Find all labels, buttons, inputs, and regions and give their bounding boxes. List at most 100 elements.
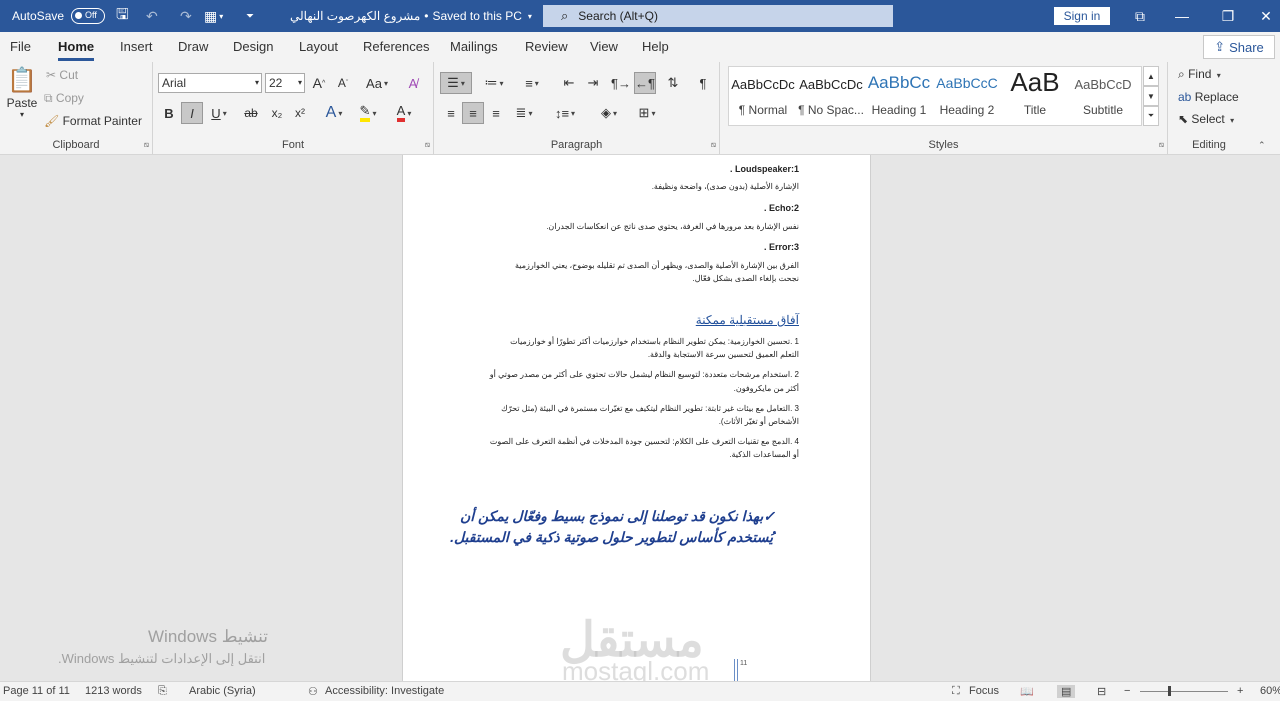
proofing-icon[interactable]: ⎘ — [158, 685, 167, 698]
zoom-level[interactable]: 60% — [1260, 685, 1280, 697]
copy-button[interactable]: ⧉ Copy — [44, 91, 84, 106]
tab-layout[interactable]: Layout — [299, 39, 338, 54]
styles-scroll-down-icon[interactable]: ▼ — [1143, 86, 1159, 106]
underline-button[interactable]: U ▾ — [205, 102, 233, 124]
text-effects-button[interactable]: A ▾ — [319, 102, 349, 124]
maximize-icon[interactable]: ❐ — [1208, 0, 1248, 32]
tab-file[interactable]: File — [10, 39, 31, 54]
align-right-icon[interactable]: ≡ — [485, 102, 507, 124]
sign-in-button[interactable]: Sign in — [1054, 7, 1110, 25]
bold-button[interactable]: B — [158, 102, 180, 124]
tab-insert[interactable]: Insert — [120, 39, 153, 54]
sort-icon[interactable]: ⇅ — [662, 72, 684, 94]
style-normal[interactable]: AaBbCcDc ¶ Normal — [729, 67, 797, 125]
style-no-spacing[interactable]: AaBbCcDc ¶ No Spac... — [797, 67, 865, 125]
line-spacing-button[interactable]: ↕≡ ▾ — [550, 102, 580, 124]
search-icon: ⌕ — [561, 8, 569, 23]
strikethrough-button[interactable]: ab — [240, 102, 262, 124]
cut-label: Cut — [59, 68, 79, 82]
styles-label: Styles — [928, 139, 959, 151]
autosave-control[interactable]: AutoSave Off — [12, 0, 106, 32]
numbering-button[interactable]: ≔ ▾ — [478, 72, 510, 94]
tab-help[interactable]: Help — [642, 39, 669, 54]
zoom-slider[interactable] — [1140, 686, 1228, 696]
cut-button[interactable]: ✂ Cut — [46, 68, 78, 82]
grow-font-button[interactable]: A ^ — [309, 73, 329, 93]
highlight-button[interactable]: ✎ ▾ — [353, 102, 383, 124]
print-layout-icon[interactable]: ▤ — [1057, 685, 1076, 698]
minimize-icon[interactable]: — — [1162, 0, 1202, 32]
show-marks-icon[interactable]: ¶ — [692, 72, 714, 94]
shrink-font-button[interactable]: Aˇ — [333, 73, 353, 93]
tab-design[interactable]: Design — [233, 39, 273, 54]
search-box[interactable]: ⌕ Search (Alt+Q) — [543, 5, 893, 27]
align-left-icon[interactable]: ≡ — [440, 102, 462, 124]
font-color-button[interactable]: A ▾ — [389, 102, 419, 124]
style-title[interactable]: AaB Title — [1001, 67, 1069, 125]
collapse-ribbon-icon[interactable]: ⌃ — [1258, 140, 1266, 151]
font-name-select[interactable]: Arial ▾ — [158, 73, 262, 93]
justify-button[interactable]: ≣ ▾ — [509, 102, 539, 124]
superscript-button[interactable]: x² — [289, 102, 311, 124]
dialog-launcher-icon[interactable]: ⧅ — [144, 140, 149, 150]
undo-icon[interactable]: ↶ — [146, 0, 158, 32]
read-mode-icon[interactable]: 📖 — [1020, 685, 1034, 698]
increase-indent-icon[interactable]: ⇥ — [582, 72, 604, 94]
ltr-direction-icon[interactable]: ¶→ — [610, 72, 632, 94]
decrease-indent-icon[interactable]: ⇤ — [558, 72, 580, 94]
tab-review[interactable]: Review — [525, 39, 568, 54]
dialog-launcher-icon[interactable]: ⧅ — [1159, 140, 1164, 150]
focus-mode[interactable]: Focus — [969, 685, 999, 697]
zoom-in-icon[interactable]: + — [1237, 685, 1243, 697]
align-center-icon[interactable]: ≡ — [462, 102, 484, 124]
dialog-launcher-icon[interactable]: ⧅ — [425, 140, 430, 150]
autosave-toggle[interactable]: Off — [71, 8, 106, 24]
zoom-out-icon[interactable]: − — [1124, 685, 1130, 697]
rtl-direction-icon[interactable]: ←¶ — [634, 72, 656, 94]
borders-button[interactable]: ⊞ ▾ — [632, 102, 662, 124]
find-button[interactable]: ⌕ Find ▾ — [1178, 67, 1221, 82]
styles-scroll-up-icon[interactable]: ▲ — [1143, 66, 1159, 86]
customize-toolbar-icon[interactable]: ⏷ — [246, 0, 254, 32]
paste-button[interactable]: 📋 Paste ▾ — [6, 66, 38, 119]
format-painter-button[interactable]: 🖌 Format Painter — [44, 114, 142, 128]
shading-button[interactable]: ◈ ▾ — [592, 102, 626, 124]
zoom-slider-thumb[interactable] — [1168, 686, 1171, 696]
italic-button[interactable]: I — [181, 102, 203, 124]
redo-icon[interactable]: ↷ — [180, 0, 192, 32]
replace-button[interactable]: ab Replace — [1178, 90, 1239, 104]
page-count[interactable]: Page 11 of 11 — [3, 685, 70, 697]
change-case-button[interactable]: Aa ▾ — [361, 73, 393, 93]
table-icon[interactable]: ▦ ▾ — [204, 0, 223, 32]
tab-references[interactable]: References — [363, 39, 429, 54]
document-title-area[interactable]: مشروع الكهرصوت النهالي • Saved to this P… — [290, 0, 532, 32]
style-subtitle[interactable]: AaBbCcD Subtitle — [1069, 67, 1137, 125]
close-icon[interactable]: ✕ — [1246, 0, 1280, 32]
style-preview: AaBbCcC — [936, 75, 998, 91]
clear-formatting-icon[interactable]: A̸ — [403, 73, 423, 93]
web-layout-icon[interactable]: ⊟ — [1097, 685, 1106, 698]
tab-mailings[interactable]: Mailings — [450, 39, 498, 54]
accessibility-status[interactable]: Accessibility: Investigate — [325, 685, 444, 697]
item1-text: الإشارة الأصلية (بدون صدى)، واضحة ونظيفة… — [651, 182, 799, 191]
share-button[interactable]: ⇪ Share — [1203, 35, 1275, 59]
styles-more-icon[interactable]: ⏷ — [1143, 106, 1159, 126]
closing-line1: ✓بهذا نكون قد توصلنا إلى نموذج بسيط وفعّ… — [459, 508, 775, 524]
style-heading-1[interactable]: AaBbCc Heading 1 — [865, 67, 933, 125]
tab-home[interactable]: Home — [58, 39, 95, 61]
multilevel-list-button[interactable]: ≡ ▾ — [516, 72, 548, 94]
save-icon[interactable]: 🖫 — [116, 0, 129, 32]
word-count[interactable]: 1213 words — [85, 685, 142, 697]
tab-draw[interactable]: Draw — [178, 39, 208, 54]
tab-view[interactable]: View — [590, 39, 618, 54]
style-heading-2[interactable]: AaBbCcC Heading 2 — [933, 67, 1001, 125]
font-size-select[interactable]: 22 ▾ — [265, 73, 305, 93]
dialog-launcher-icon[interactable]: ⧅ — [711, 140, 716, 150]
bullets-button[interactable]: ☰ ▾ — [440, 72, 472, 94]
style-preview: AaBbCcDc — [799, 77, 863, 92]
document-page[interactable]: Loudspeaker:1 . الإشارة الأصلية (بدون صد… — [402, 155, 871, 681]
language-indicator[interactable]: Arabic (Syria) — [189, 685, 256, 697]
subscript-button[interactable]: x₂ — [266, 102, 288, 124]
select-button[interactable]: ⬉ Select ▾ — [1178, 112, 1234, 126]
ribbon-display-icon[interactable]: ⧉ — [1120, 0, 1160, 32]
